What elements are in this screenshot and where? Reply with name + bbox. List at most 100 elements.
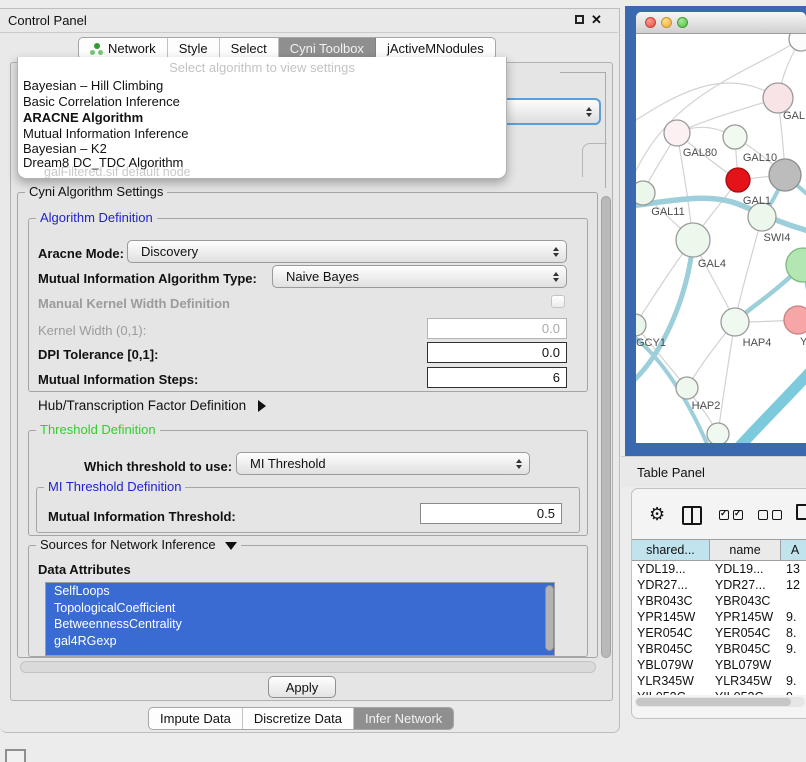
settings-horizontal-scrollbar[interactable] [20,661,596,673]
cell: YDR27... [710,577,781,593]
node-gal4[interactable] [676,223,710,257]
list-item[interactable]: BetweennessCentrality [46,616,554,633]
algorithm-combobox-focused[interactable] [500,98,601,125]
dropdown-item[interactable]: Mutual Information Inference [18,126,506,142]
node-near-swi4[interactable] [748,203,776,231]
network-canvas[interactable]: GAL GAL80 GAL10 GAL1 GAL11 SWI4 GAL4 GCY… [636,34,806,443]
deselect-all-icon[interactable] [758,510,782,520]
mi-type-value: Naive Bayes [286,269,359,284]
node-hap2[interactable] [676,377,698,399]
bottom-tab-bar: Impute Data Discretize Data Infer Networ… [148,707,454,730]
data-attributes-list: SelfLoops TopologicalCoefficient Between… [45,582,555,656]
mi-type-combobox[interactable]: Naive Bayes [272,265,567,288]
cell [781,657,806,673]
aracne-mode-value: Discovery [141,244,198,259]
document-icon[interactable] [796,504,806,520]
dpi-tolerance-input[interactable]: 0.0 [427,342,567,363]
select-all-icon[interactable] [719,510,743,520]
tab-network[interactable]: Network [79,38,168,59]
node-gcy1[interactable] [636,314,646,336]
stepper-arrows-icon [586,107,592,117]
node-gal11[interactable] [636,181,655,205]
zoom-traffic-light-icon[interactable] [677,17,688,28]
column-header[interactable]: A [781,540,806,560]
network-window-titlebar[interactable] [636,12,806,34]
manual-kernel-checkbox[interactable] [551,295,565,308]
close-traffic-light-icon[interactable] [645,17,656,28]
table-row[interactable]: YBR045C YBR045C 9. [632,641,806,657]
hub-definition-toggle[interactable]: Hub/Transcription Factor Definition [38,398,266,413]
table-panel-body: ⚙ shared... name A YDL19... YDL19... 13 … [631,488,806,719]
table-scrollbar-thumb[interactable] [636,698,791,706]
node-gal80[interactable] [664,120,690,146]
node-unlabeled[interactable] [707,423,729,443]
aracne-mode-combobox[interactable]: Discovery [127,240,567,263]
cell: YBR045C [632,641,710,657]
dropdown-item[interactable]: Basic Correlation Inference [18,94,506,110]
settings-vertical-scrollbar[interactable] [601,196,611,658]
tab-style[interactable]: Style [168,38,220,59]
tab-select[interactable]: Select [220,38,279,59]
network-view-window: GAL GAL80 GAL10 GAL1 GAL11 SWI4 GAL4 GCY… [636,12,806,443]
tab-jactivemnodules[interactable]: jActiveMNodules [376,38,495,59]
table-row[interactable]: YDR27... YDR27... 12 [632,577,806,593]
network-icon [90,43,103,55]
settings-group-title: Cyni Algorithm Settings [25,185,167,199]
node-hap4[interactable] [721,308,749,336]
tab-label: Impute Data [160,711,231,726]
node-gal1-red[interactable] [726,168,750,192]
node-unlabeled[interactable] [789,34,806,51]
tab-impute-data[interactable]: Impute Data [149,708,243,729]
dropdown-item[interactable]: Bayesian – Hill Climbing [18,78,506,94]
sources-group-title[interactable]: Sources for Network Inference [36,538,241,552]
tab-cyni-toolbox[interactable]: Cyni Toolbox [279,38,376,59]
node-label: GAL11 [651,206,684,218]
table-row[interactable]: YBR043C YBR043C [632,593,806,609]
hub-definition-label: Hub/Transcription Factor Definition [38,398,246,413]
network-graph: GAL GAL80 GAL10 GAL1 GAL11 SWI4 GAL4 GCY… [636,34,806,443]
apply-button[interactable]: Apply [268,676,336,698]
kernel-width-input[interactable]: 0.0 [427,318,567,339]
table-row[interactable]: YDL19... YDL19... 13 [632,561,806,577]
stepper-arrows-icon [553,272,559,282]
table-row[interactable]: YBL079W YBL079W [632,657,806,673]
float-window-icon[interactable] [575,15,584,24]
cell: 12 [781,577,806,593]
cell: YDL19... [710,561,781,577]
list-item[interactable]: gal4RGexp [46,633,554,650]
columns-icon[interactable] [682,506,702,525]
minimize-traffic-light-icon[interactable] [661,17,672,28]
table-panel-header: Table Panel [621,456,806,487]
node-gal-partial[interactable] [763,83,793,113]
node-label: GAL [783,110,805,122]
table-row[interactable]: YPR145W YPR145W 9. [632,609,806,625]
cell: YBR043C [632,593,710,609]
node-label: HAP2 [692,400,721,412]
dpi-tolerance-label: DPI Tolerance [0,1]: [38,347,158,362]
column-header[interactable]: name [710,540,781,560]
mi-threshold-label: Mutual Information Threshold: [48,509,236,524]
column-header[interactable]: shared... [632,540,710,560]
tab-discretize-data[interactable]: Discretize Data [243,708,354,729]
list-scrollbar[interactable] [545,585,554,651]
node-gal10[interactable] [723,125,747,149]
close-icon[interactable]: ✕ [591,12,602,28]
table-row[interactable]: YER054C YER054C 8. [632,625,806,641]
data-attributes-label: Data Attributes [38,562,131,577]
gear-icon[interactable]: ⚙ [649,505,665,523]
mi-threshold-input[interactable]: 0.5 [420,503,562,524]
cell: YPR145W [710,609,781,625]
node-salmon[interactable] [784,306,806,334]
tab-infer-network[interactable]: Infer Network [354,708,453,729]
node-label: GAL4 [698,258,726,270]
docked-panel-icon[interactable] [5,749,26,762]
occluded-panel-corner [582,143,607,177]
list-item[interactable]: SelfLoops [46,583,554,600]
node-label: GAL1 [743,195,771,207]
table-row[interactable]: YIL052C YIL052C 9 [632,689,806,695]
table-row[interactable]: YLR345W YLR345W 9. [632,673,806,689]
list-item[interactable]: TopologicalCoefficient [46,600,554,617]
mi-steps-input[interactable]: 6 [427,367,567,388]
which-threshold-combobox[interactable]: MI Threshold [236,452,530,475]
dropdown-item-selected[interactable]: ARACNE Algorithm [18,110,506,126]
